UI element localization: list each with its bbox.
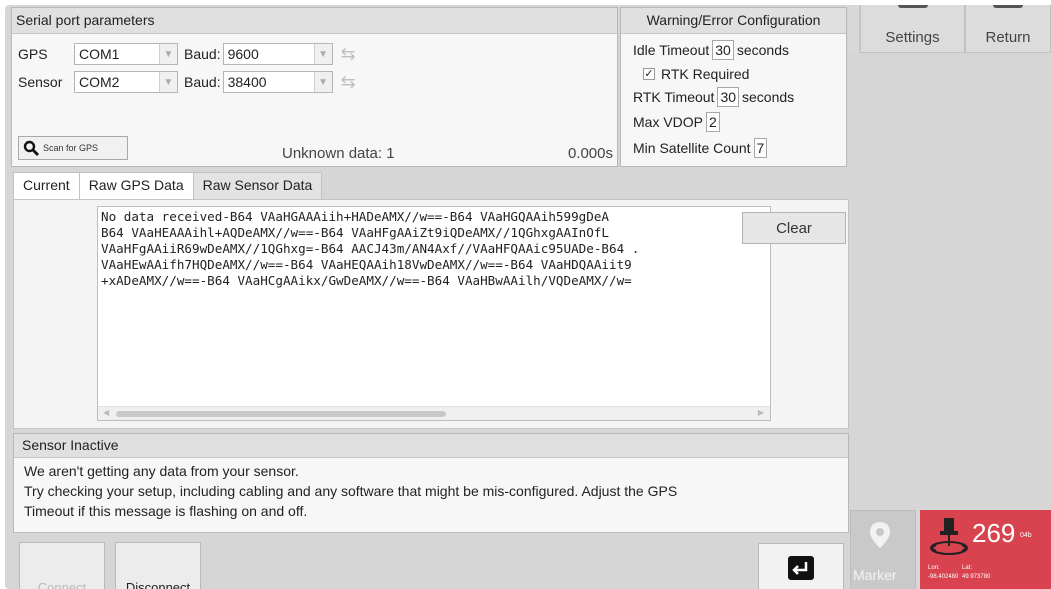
gps-baud-select[interactable]: 9600 ▼: [222, 43, 333, 65]
gps-port-select[interactable]: COM1 ▼: [74, 43, 178, 65]
horizontal-scrollbar[interactable]: ◀ ▶: [98, 406, 770, 420]
gps-baud-value: 9600: [227, 46, 259, 62]
sensor-status-message: We aren't getting any data from your sen…: [14, 458, 848, 524]
rtk-required-row: ✓ RTK Required: [643, 66, 749, 82]
settings-label: Settings: [885, 29, 940, 46]
sensor-port-value: COM2: [79, 74, 120, 90]
tab-raw-gps-data[interactable]: Raw GPS Data: [78, 172, 194, 200]
warning-config-title: Warning/Error Configuration: [621, 8, 846, 34]
toolbar-spacer: [849, 5, 860, 53]
lat-label: Lat:: [962, 565, 973, 571]
lat-value: 49.973780: [962, 574, 991, 580]
chevron-down-icon[interactable]: ▼: [159, 72, 177, 92]
clear-button[interactable]: Clear: [742, 212, 846, 244]
enter-button[interactable]: [758, 543, 844, 589]
serial-port-panel: Serial port parameters GPS COM1 ▼ Baud: …: [11, 7, 618, 167]
chevron-down-icon[interactable]: ▼: [313, 44, 332, 64]
search-icon: [23, 140, 39, 156]
pushpin-icon: [930, 518, 968, 555]
gps-port-value: COM1: [79, 46, 120, 62]
scan-for-gps-button[interactable]: Scan for GPS: [18, 136, 128, 160]
sensor-baud-select[interactable]: 38400 ▼: [222, 71, 333, 93]
idle-timeout-label: Idle Timeout: [633, 42, 710, 58]
raw-data-textbox[interactable]: No data received-B64 VAaHGAAAiih+HADeAMX…: [97, 206, 771, 421]
lon-value: -98.402480: [928, 574, 959, 580]
status-line: Timeout if this message is flashing on a…: [24, 503, 308, 519]
rtk-required-label: RTK Required: [661, 66, 750, 82]
idle-timeout-input[interactable]: 30: [712, 40, 734, 60]
chevron-down-icon[interactable]: ▼: [159, 44, 177, 64]
sensor-port-row: Sensor COM2 ▼ Baud: 38400 ▼ ⇆: [18, 70, 356, 94]
gps-port-row: GPS COM1 ▼ Baud: 9600 ▼ ⇆: [18, 42, 356, 66]
sensor-status-panel: Sensor Inactive We aren't getting any da…: [13, 433, 849, 533]
return-icon: [993, 5, 1023, 8]
sensor-port-select[interactable]: COM2 ▼: [74, 71, 178, 93]
marker-button[interactable]: Marker: [850, 510, 916, 589]
connect-button[interactable]: Connect: [19, 542, 105, 589]
min-satellite-row: Min Satellite Count 7: [633, 138, 770, 158]
lon-label: Lon:: [928, 565, 940, 571]
disconnect-button[interactable]: Disconnect: [115, 542, 201, 589]
settings-icon: [897, 5, 928, 8]
scroll-right-icon[interactable]: ▶: [758, 408, 764, 417]
rtk-timeout-label: RTK Timeout: [633, 89, 715, 105]
status-line: Try checking your setup, including cabli…: [24, 483, 678, 499]
sensor-label: Sensor: [18, 74, 63, 90]
max-vdop-label: Max VDOP: [633, 114, 704, 130]
settings-button[interactable]: Settings: [860, 5, 965, 53]
rtk-required-checkbox[interactable]: ✓: [643, 68, 655, 80]
max-vdop-input[interactable]: 2: [706, 112, 720, 132]
max-vdop-row: Max VDOP 2: [633, 112, 723, 132]
tab-current[interactable]: Current: [13, 172, 80, 200]
heading-value: 269: [972, 518, 1016, 548]
gps-label: GPS: [18, 46, 48, 62]
idle-timeout-unit: seconds: [736, 42, 789, 58]
data-tabs: Current Raw GPS Data Raw Sensor Data: [13, 172, 323, 200]
heading-sub: 04b: [1020, 532, 1032, 539]
sensor-status-title: Sensor Inactive: [14, 434, 848, 458]
rtk-timeout-unit: seconds: [742, 89, 795, 105]
map-pin-icon: [870, 522, 890, 548]
warning-config-panel: Warning/Error Configuration Idle Timeout…: [620, 7, 847, 167]
min-satellite-label: Min Satellite Count: [633, 140, 751, 156]
tab-content: No data received-B64 VAaHGAAAiih+HADeAMX…: [13, 199, 849, 429]
rtk-timeout-input[interactable]: 30: [717, 87, 740, 107]
scroll-left-icon[interactable]: ◀: [103, 408, 109, 417]
gps-baud-label: Baud:: [184, 46, 221, 62]
serial-port-title: Serial port parameters: [12, 8, 617, 34]
scan-for-gps-label: Scan for GPS: [43, 143, 99, 153]
marker-label: Marker: [853, 567, 897, 583]
unknown-data-count: Unknown data: 1: [282, 145, 395, 162]
enter-icon: [788, 556, 814, 580]
chevron-down-icon[interactable]: ▼: [313, 72, 332, 92]
rtk-timeout-row: RTK Timeout 30 seconds: [633, 87, 794, 107]
status-line: We aren't getting any data from your sen…: [24, 463, 299, 479]
swap-arrows-icon: ⇆: [340, 43, 356, 64]
gps-status-widget[interactable]: 269 04b Lon: Lat: -98.402480 49.973780: [920, 510, 1051, 589]
app-window: Serial port parameters GPS COM1 ▼ Baud: …: [5, 5, 1051, 589]
sensor-baud-value: 38400: [227, 74, 267, 90]
return-label: Return: [985, 29, 1031, 46]
scrollbar-thumb[interactable]: [116, 411, 446, 417]
idle-timeout-row: Idle Timeout 30 seconds: [633, 40, 789, 60]
raw-data-text: No data received-B64 VAaHGAAAiih+HADeAMX…: [101, 209, 640, 288]
swap-arrows-icon: ⇆: [340, 71, 356, 92]
elapsed-time: 0.000s: [567, 145, 613, 162]
return-button[interactable]: Return: [965, 5, 1051, 53]
tab-raw-sensor-data[interactable]: Raw Sensor Data: [192, 172, 323, 200]
min-satellite-input[interactable]: 7: [753, 138, 768, 158]
sensor-baud-label: Baud:: [184, 74, 221, 90]
